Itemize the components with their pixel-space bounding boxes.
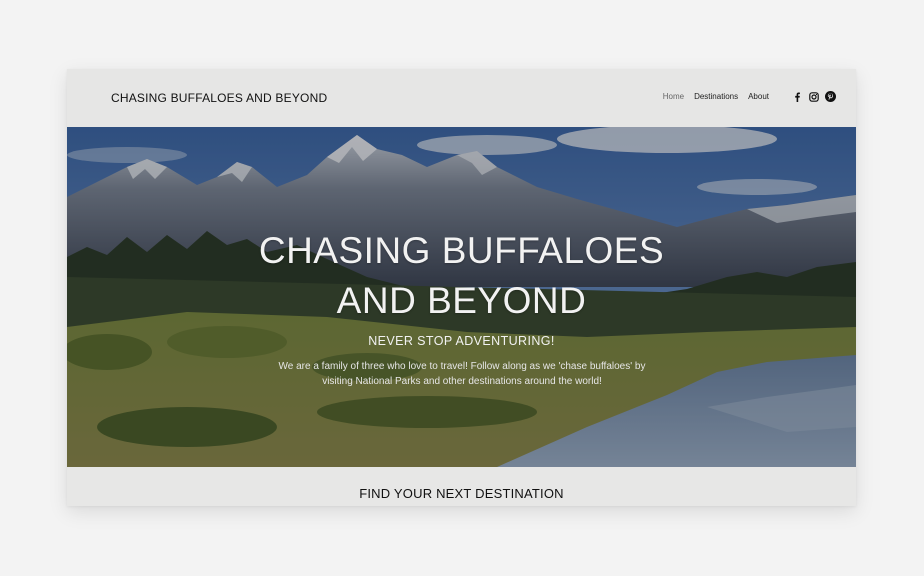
nav-home[interactable]: Home <box>663 92 684 101</box>
hero-title-line-1: CHASING BUFFALOES <box>258 230 665 271</box>
social-links <box>785 91 836 102</box>
nav-destinations[interactable]: Destinations <box>694 92 738 101</box>
site-title[interactable]: CHASING BUFFALOES AND BEYOND <box>111 91 327 105</box>
main-nav: Home Destinations About <box>663 91 836 102</box>
pinterest-icon[interactable] <box>825 91 836 102</box>
site-header: CHASING BUFFALOES AND BEYOND Home Destin… <box>67 69 856 127</box>
hero-subtitle: NEVER STOP ADVENTURING! <box>368 334 555 348</box>
nav-about[interactable]: About <box>748 92 769 101</box>
facebook-icon[interactable] <box>791 91 802 102</box>
website-preview: CHASING BUFFALOES AND BEYOND Home Destin… <box>67 69 856 506</box>
hero-title: CHASING BUFFALOES AND BEYOND <box>67 226 856 326</box>
hero-banner: CHASING BUFFALOES AND BEYOND NEVER STOP … <box>67 127 856 467</box>
hero-description: We are a family of three who love to tra… <box>278 361 646 387</box>
instagram-icon[interactable] <box>808 91 819 102</box>
section-title: FIND YOUR NEXT DESTINATION <box>359 486 564 501</box>
hero-title-line-2: AND BEYOND <box>336 280 587 321</box>
